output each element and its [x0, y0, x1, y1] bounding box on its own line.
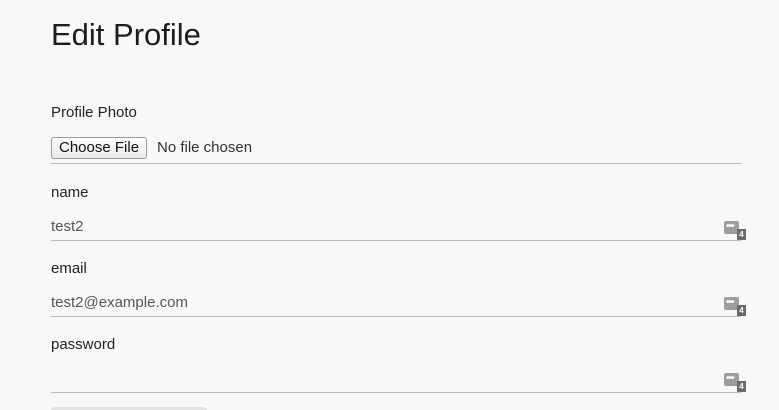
- file-status-text: No file chosen: [157, 139, 253, 156]
- password-manager-badge: 4: [737, 229, 746, 240]
- password-manager-icon[interactable]: ••• 4: [724, 373, 746, 393]
- password-input[interactable]: [51, 368, 711, 390]
- password-manager-icon[interactable]: ••• 4: [724, 297, 746, 317]
- email-label: email: [51, 260, 87, 277]
- edit-profile-page: Edit Profile Profile Photo Choose File N…: [0, 0, 779, 410]
- password-manager-badge: 4: [737, 305, 746, 316]
- password-manager-badge: 4: [737, 381, 746, 392]
- password-manager-dots: •••: [726, 373, 734, 384]
- profile-photo-label: Profile Photo: [51, 104, 137, 121]
- email-input[interactable]: [51, 292, 711, 314]
- page-title: Edit Profile: [51, 17, 201, 52]
- password-label: password: [51, 336, 116, 353]
- password-manager-dots: •••: [726, 297, 734, 308]
- name-field-container: ••• 4: [51, 216, 746, 241]
- email-field-container: ••• 4: [51, 292, 746, 317]
- name-label: name: [51, 184, 89, 201]
- name-input[interactable]: [51, 216, 711, 238]
- choose-file-button[interactable]: Choose File: [51, 137, 148, 159]
- password-manager-dots: •••: [726, 221, 734, 232]
- password-field-container: ••• 4: [51, 368, 746, 393]
- profile-photo-field: Choose File No file chosen: [51, 137, 741, 164]
- password-manager-icon[interactable]: ••• 4: [724, 221, 746, 241]
